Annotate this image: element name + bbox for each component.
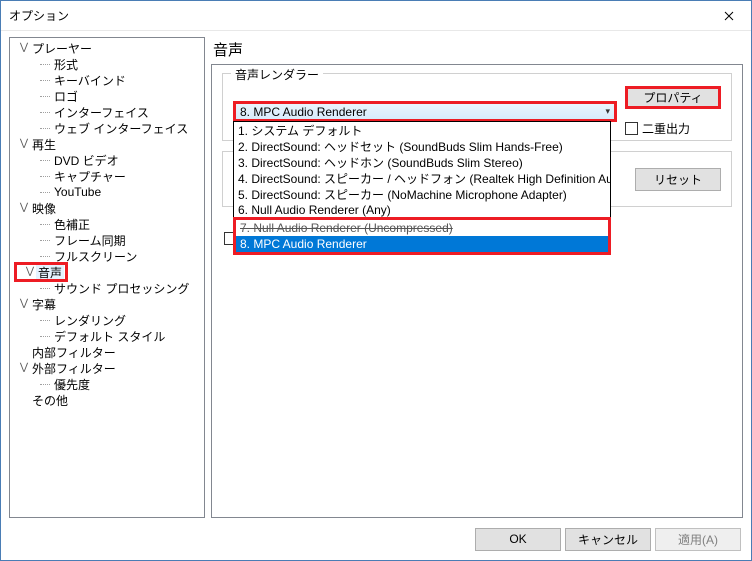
titlebar: オプション — [1, 1, 751, 31]
tree-item[interactable]: フレーム同期 — [10, 232, 204, 248]
renderer-dropdown[interactable]: 1. システム デフォルト 2. DirectSound: ヘッドセット (So… — [233, 121, 611, 255]
options-dialog: オプション ⋁プレーヤー 形式 キーバインド ロゴ インターフェイス ウェブ イ… — [0, 0, 752, 561]
ok-button[interactable]: OK — [475, 528, 561, 551]
collapse-icon[interactable]: ⋁ — [18, 43, 30, 53]
tree-item[interactable]: 形式 — [10, 56, 204, 72]
tree-video[interactable]: ⋁映像 — [10, 200, 204, 216]
close-button[interactable] — [706, 1, 751, 30]
renderer-option[interactable]: 5. DirectSound: スピーカー (NoMachine Microph… — [234, 186, 610, 202]
tree-item[interactable]: 優先度 — [10, 376, 204, 392]
tree-item[interactable]: 色補正 — [10, 216, 204, 232]
tree-item[interactable]: デフォルト スタイル — [10, 328, 204, 344]
renderer-selected: 8. MPC Audio Renderer — [240, 105, 367, 119]
tree-item[interactable]: ウェブ インターフェイス — [10, 120, 204, 136]
content-area: ⋁プレーヤー 形式 キーバインド ロゴ インターフェイス ウェブ インターフェイ… — [1, 31, 751, 518]
tree-item[interactable]: フルスクリーン — [10, 248, 204, 264]
renderer-combo[interactable]: 8. MPC Audio Renderer ▾ — [233, 101, 617, 122]
tree-item[interactable]: YouTube — [10, 184, 204, 200]
tree-other[interactable]: ⋁その他 — [10, 392, 204, 408]
close-icon — [724, 11, 734, 21]
tree-item[interactable]: サウンド プロセッシング — [10, 280, 204, 296]
collapse-icon[interactable]: ⋁ — [18, 299, 30, 309]
tree-subs[interactable]: ⋁字幕 — [10, 296, 204, 312]
tree-item[interactable]: ロゴ — [10, 88, 204, 104]
panel: 音声レンダラー 8. MPC Audio Renderer ▾ 1. システム … — [211, 64, 743, 518]
apply-button[interactable]: 適用(A) — [655, 528, 741, 551]
tree-item[interactable]: DVD ビデオ — [10, 152, 204, 168]
collapse-icon[interactable]: ⋁ — [18, 363, 30, 373]
collapse-icon[interactable]: ⋁ — [18, 139, 30, 149]
property-button[interactable]: プロパティ — [625, 86, 721, 109]
reset-button[interactable]: リセット — [635, 168, 721, 191]
chevron-down-icon: ▾ — [605, 106, 610, 117]
renderer-option-selected[interactable]: 8. MPC Audio Renderer — [236, 236, 608, 252]
renderer-option[interactable]: 7. Null Audio Renderer (Uncompressed) — [236, 220, 608, 236]
tree-item[interactable]: キャプチャー — [10, 168, 204, 184]
tree-playback[interactable]: ⋁再生 — [10, 136, 204, 152]
renderer-legend: 音声レンダラー — [231, 66, 323, 83]
page-title: 音声 — [211, 37, 743, 64]
cancel-button[interactable]: キャンセル — [565, 528, 651, 551]
tree-player[interactable]: ⋁プレーヤー — [10, 40, 204, 56]
renderer-option[interactable]: 3. DirectSound: ヘッドホン (SoundBuds Slim St… — [234, 154, 610, 170]
category-tree[interactable]: ⋁プレーヤー 形式 キーバインド ロゴ インターフェイス ウェブ インターフェイ… — [9, 37, 205, 518]
renderer-option[interactable]: 2. DirectSound: ヘッドセット (SoundBuds Slim H… — [234, 138, 610, 154]
collapse-icon[interactable]: ⋁ — [18, 203, 30, 213]
tree-internal[interactable]: ⋁内部フィルター — [10, 344, 204, 360]
window-title: オプション — [9, 7, 706, 24]
renderer-fieldset: 音声レンダラー 8. MPC Audio Renderer ▾ 1. システム … — [222, 73, 732, 141]
tree-external[interactable]: ⋁外部フィルター — [10, 360, 204, 376]
dual-output-check[interactable]: 二重出力 — [625, 119, 690, 137]
tree-audio[interactable]: ⋁音声 — [16, 264, 66, 280]
main-panel: 音声 音声レンダラー 8. MPC Audio Renderer ▾ 1. シス… — [211, 37, 743, 518]
checkbox-icon — [625, 122, 638, 135]
tree-item[interactable]: キーバインド — [10, 72, 204, 88]
tree-item[interactable]: インターフェイス — [10, 104, 204, 120]
collapse-icon[interactable]: ⋁ — [24, 267, 36, 277]
renderer-option[interactable]: 1. システム デフォルト — [234, 122, 610, 138]
dialog-buttons: OK キャンセル 適用(A) — [1, 518, 751, 560]
tree-item[interactable]: レンダリング — [10, 312, 204, 328]
renderer-option[interactable]: 6. Null Audio Renderer (Any) — [234, 202, 610, 218]
renderer-option[interactable]: 4. DirectSound: スピーカー / ヘッドフォン (Realtek … — [234, 170, 610, 186]
